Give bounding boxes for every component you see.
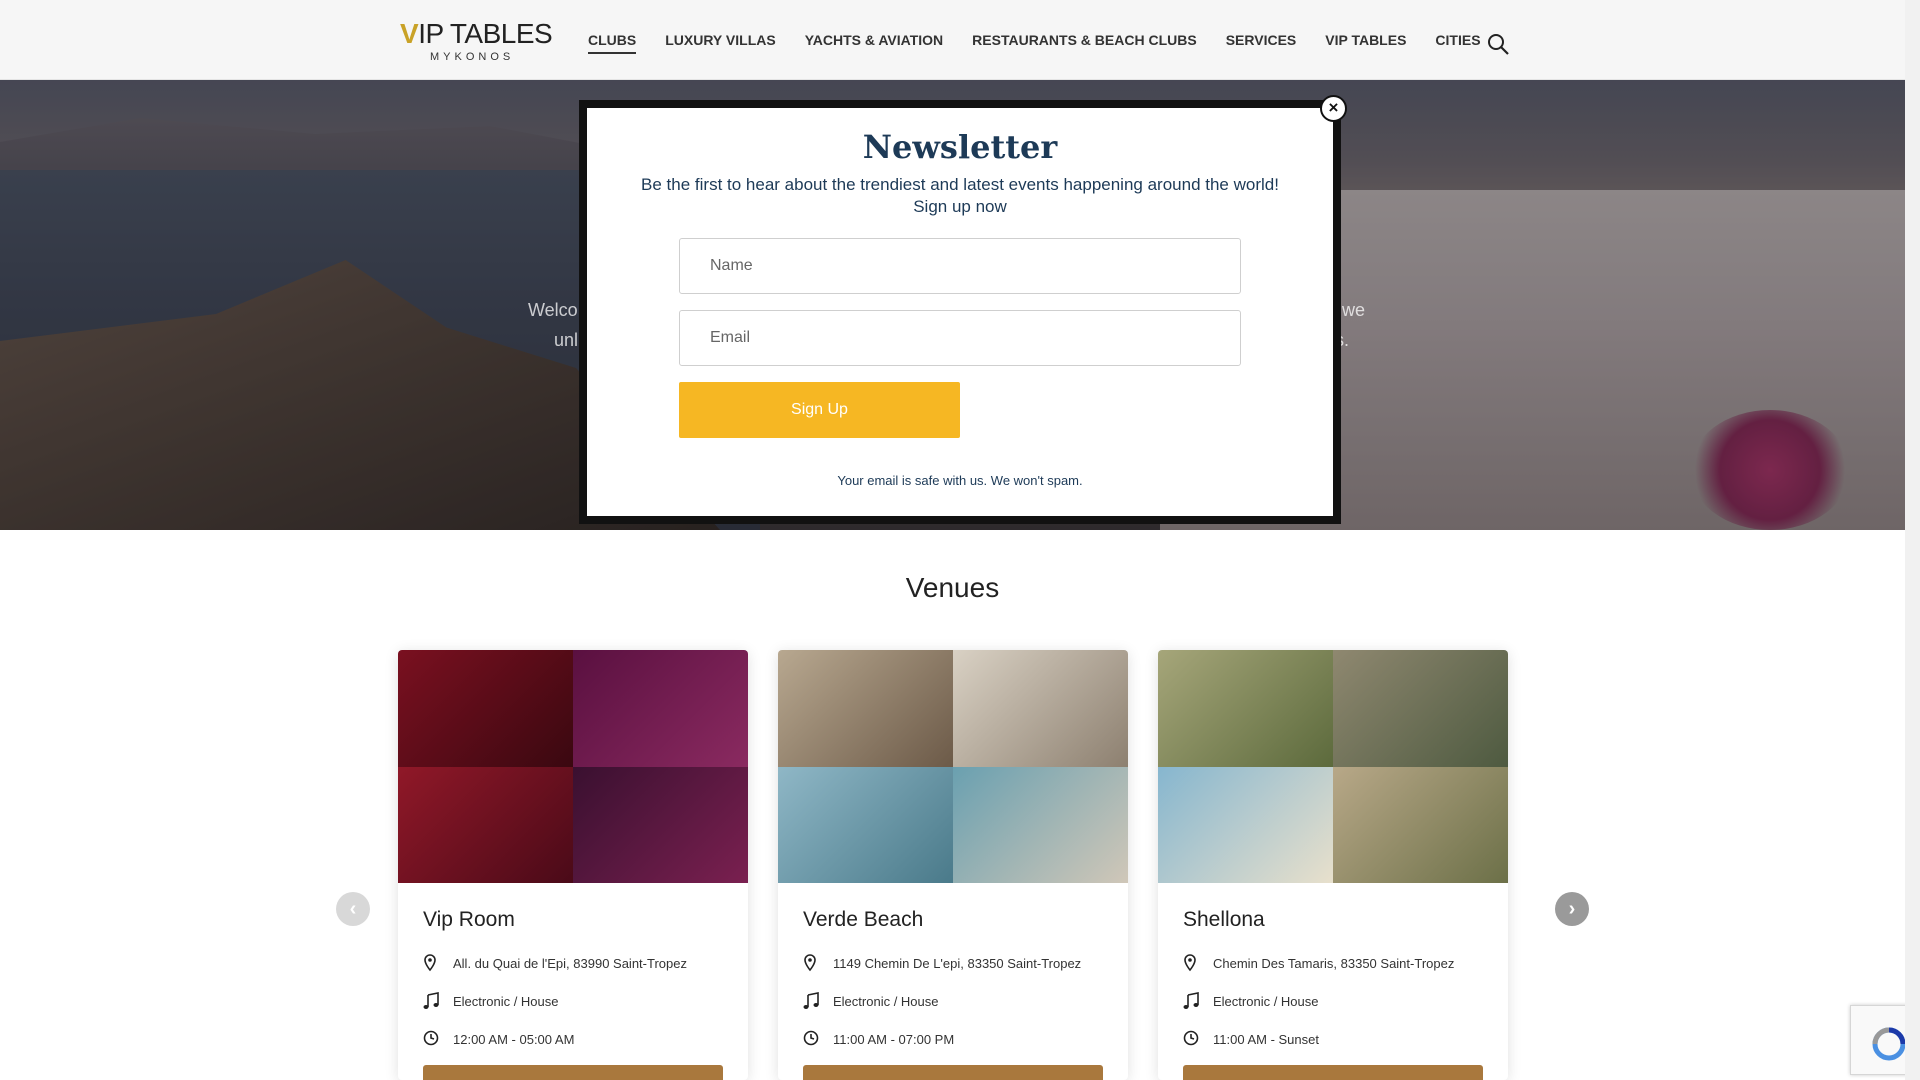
- music-note-icon: [423, 992, 441, 1010]
- nav-item-vip-tables[interactable]: VIP TABLES: [1325, 32, 1406, 54]
- venue-book-button[interactable]: [423, 1065, 723, 1080]
- carousel-prev-button[interactable]: ‹: [336, 892, 370, 926]
- logo-subtitle: MYKONOS: [430, 51, 515, 63]
- venue-book-button[interactable]: [803, 1065, 1103, 1080]
- hero-text-left-2: unl: [554, 330, 579, 350]
- site-header: VIP TABLES MYKONOS CLUBS LUXURY VILLAS Y…: [0, 0, 1905, 80]
- nav-item-luxury-villas[interactable]: LUXURY VILLAS: [665, 32, 775, 54]
- chevron-right-icon: ›: [1568, 898, 1576, 920]
- newsletter-title: Newsletter: [862, 128, 1058, 166]
- venues-heading: Venues: [905, 572, 1000, 603]
- venue-name[interactable]: Vip Room: [423, 908, 515, 932]
- venue-genre: Electronic / House: [803, 992, 939, 1010]
- nav-item-clubs[interactable]: CLUBS: [588, 32, 637, 54]
- chevron-left-icon: ‹: [349, 898, 357, 920]
- carousel-next-button[interactable]: ›: [1555, 892, 1589, 926]
- nav-item-services[interactable]: SERVICES: [1226, 32, 1297, 54]
- logo-wordmark: VIP TABLES: [400, 18, 553, 49]
- site-logo[interactable]: VIP TABLES MYKONOS: [400, 18, 553, 64]
- newsletter-modal: Newsletter Be the first to hear about th…: [587, 108, 1333, 516]
- clock-icon: [803, 1030, 821, 1048]
- map-pin-icon: [423, 954, 441, 972]
- hero-text-left: Welco: [528, 300, 578, 320]
- page-scrollbar[interactable]: [1905, 0, 1920, 1080]
- venue-genre: Electronic / House: [1183, 992, 1319, 1010]
- map-pin-icon: [803, 954, 821, 972]
- venue-card[interactable]: Shellona Chemin Des Tamaris, 83350 Saint…: [1158, 650, 1508, 1080]
- venue-card[interactable]: Verde Beach 1149 Chemin De L'epi, 83350 …: [778, 650, 1128, 1080]
- main-nav: CLUBS LUXURY VILLAS YACHTS & AVIATION RE…: [588, 32, 1510, 54]
- clock-icon: [423, 1030, 441, 1048]
- close-icon[interactable]: ×: [1320, 95, 1347, 122]
- venue-card[interactable]: Vip Room All. du Quai de l'Epi, 83990 Sa…: [398, 650, 748, 1080]
- music-note-icon: [803, 992, 821, 1010]
- nav-item-restaurants-beach-clubs[interactable]: RESTAURANTS & BEACH CLUBS: [972, 32, 1197, 54]
- sign-up-button[interactable]: Sign Up: [679, 382, 960, 438]
- search-icon[interactable]: [1486, 32, 1510, 56]
- venue-address: All. du Quai de l'Epi, 83990 Saint-Trope…: [423, 954, 687, 972]
- nav-item-cities[interactable]: CITIES: [1435, 32, 1480, 54]
- venue-name[interactable]: Shellona: [1183, 908, 1265, 932]
- venue-address: 1149 Chemin De L'epi, 83350 Saint-Tropez: [803, 954, 1081, 972]
- newsletter-subtitle-line-2: Sign up now: [913, 197, 1007, 216]
- music-note-icon: [1183, 992, 1201, 1010]
- newsletter-subtitle-line-1: Be the first to hear about the trendiest…: [641, 175, 1279, 194]
- venue-address: Chemin Des Tamaris, 83350 Saint-Tropez: [1183, 954, 1454, 972]
- venue-image: [1158, 650, 1508, 883]
- venue-image: [398, 650, 748, 883]
- name-field[interactable]: [679, 238, 1241, 294]
- email-field[interactable]: [679, 310, 1241, 366]
- venue-hours: 12:00 AM - 05:00 AM: [423, 1030, 574, 1048]
- privacy-note: Your email is safe with us. We won't spa…: [837, 473, 1083, 488]
- venue-name[interactable]: Verde Beach: [803, 908, 923, 932]
- venue-hours: 11:00 AM - Sunset: [1183, 1030, 1319, 1048]
- newsletter-subtitle: Be the first to hear about the trendiest…: [607, 174, 1313, 218]
- map-pin-icon: [1183, 954, 1201, 972]
- venue-hours: 11:00 AM - 07:00 PM: [803, 1030, 954, 1048]
- venue-image: [778, 650, 1128, 883]
- venue-genre: Electronic / House: [423, 992, 559, 1010]
- nav-item-yachts-aviation[interactable]: YACHTS & AVIATION: [805, 32, 943, 54]
- clock-icon: [1183, 1030, 1201, 1048]
- venue-book-button[interactable]: [1183, 1065, 1483, 1080]
